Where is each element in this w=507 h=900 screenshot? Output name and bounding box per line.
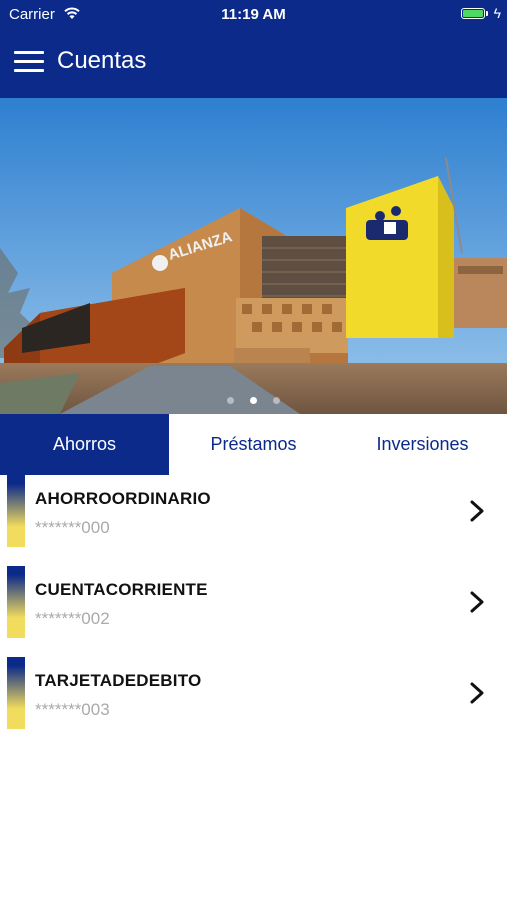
account-color-bar bbox=[7, 657, 25, 729]
account-number: *******002 bbox=[35, 609, 110, 628]
account-name: CUENTACORRIENTE bbox=[35, 580, 208, 599]
status-bar: Carrier 11:19 AM ϟ bbox=[0, 0, 507, 28]
status-time: 11:19 AM bbox=[221, 6, 286, 23]
carousel-dot-1[interactable] bbox=[226, 397, 234, 404]
carousel-dot-2[interactable] bbox=[250, 397, 257, 404]
hero-image: ALIANZA bbox=[0, 98, 507, 414]
tab-prestamos[interactable]: Préstamos bbox=[169, 414, 338, 475]
charging-icon: ϟ bbox=[493, 5, 501, 21]
hamburger-menu-icon[interactable] bbox=[14, 51, 44, 73]
account-row-ahorro-ordinario[interactable]: AHORROORDINARIO *******000 bbox=[0, 475, 507, 566]
battery-icon bbox=[461, 8, 485, 19]
account-color-bar bbox=[7, 475, 25, 547]
account-type-tabs: Ahorros Préstamos Inversiones bbox=[0, 414, 507, 475]
carousel-indicators bbox=[0, 391, 507, 409]
page-title: Cuentas bbox=[57, 47, 147, 74]
carousel-dot-3[interactable] bbox=[273, 397, 281, 404]
account-name: TARJETADEDEBITO bbox=[35, 671, 202, 690]
account-name: AHORROORDINARIO bbox=[35, 489, 211, 508]
account-list: AHORROORDINARIO *******000 CUENTACORRIEN… bbox=[0, 475, 507, 748]
app-header: Carrier 11:19 AM ϟ Cuentas bbox=[0, 0, 507, 98]
account-number: *******003 bbox=[35, 700, 110, 719]
tab-ahorros[interactable]: Ahorros bbox=[0, 414, 169, 475]
battery-tip bbox=[486, 11, 488, 16]
account-color-bar bbox=[7, 566, 25, 638]
chevron-right-icon[interactable] bbox=[466, 681, 488, 705]
account-number: *******000 bbox=[35, 518, 110, 537]
chevron-right-icon[interactable] bbox=[466, 590, 488, 614]
tab-inversiones[interactable]: Inversiones bbox=[338, 414, 507, 475]
account-row-cuenta-corriente[interactable]: CUENTACORRIENTE *******002 bbox=[0, 566, 507, 657]
account-row-tarjeta-de-debito[interactable]: TARJETADEDEBITO *******003 bbox=[0, 657, 507, 748]
hero-carousel[interactable]: ALIANZA bbox=[0, 98, 507, 414]
chevron-right-icon[interactable] bbox=[466, 499, 488, 523]
